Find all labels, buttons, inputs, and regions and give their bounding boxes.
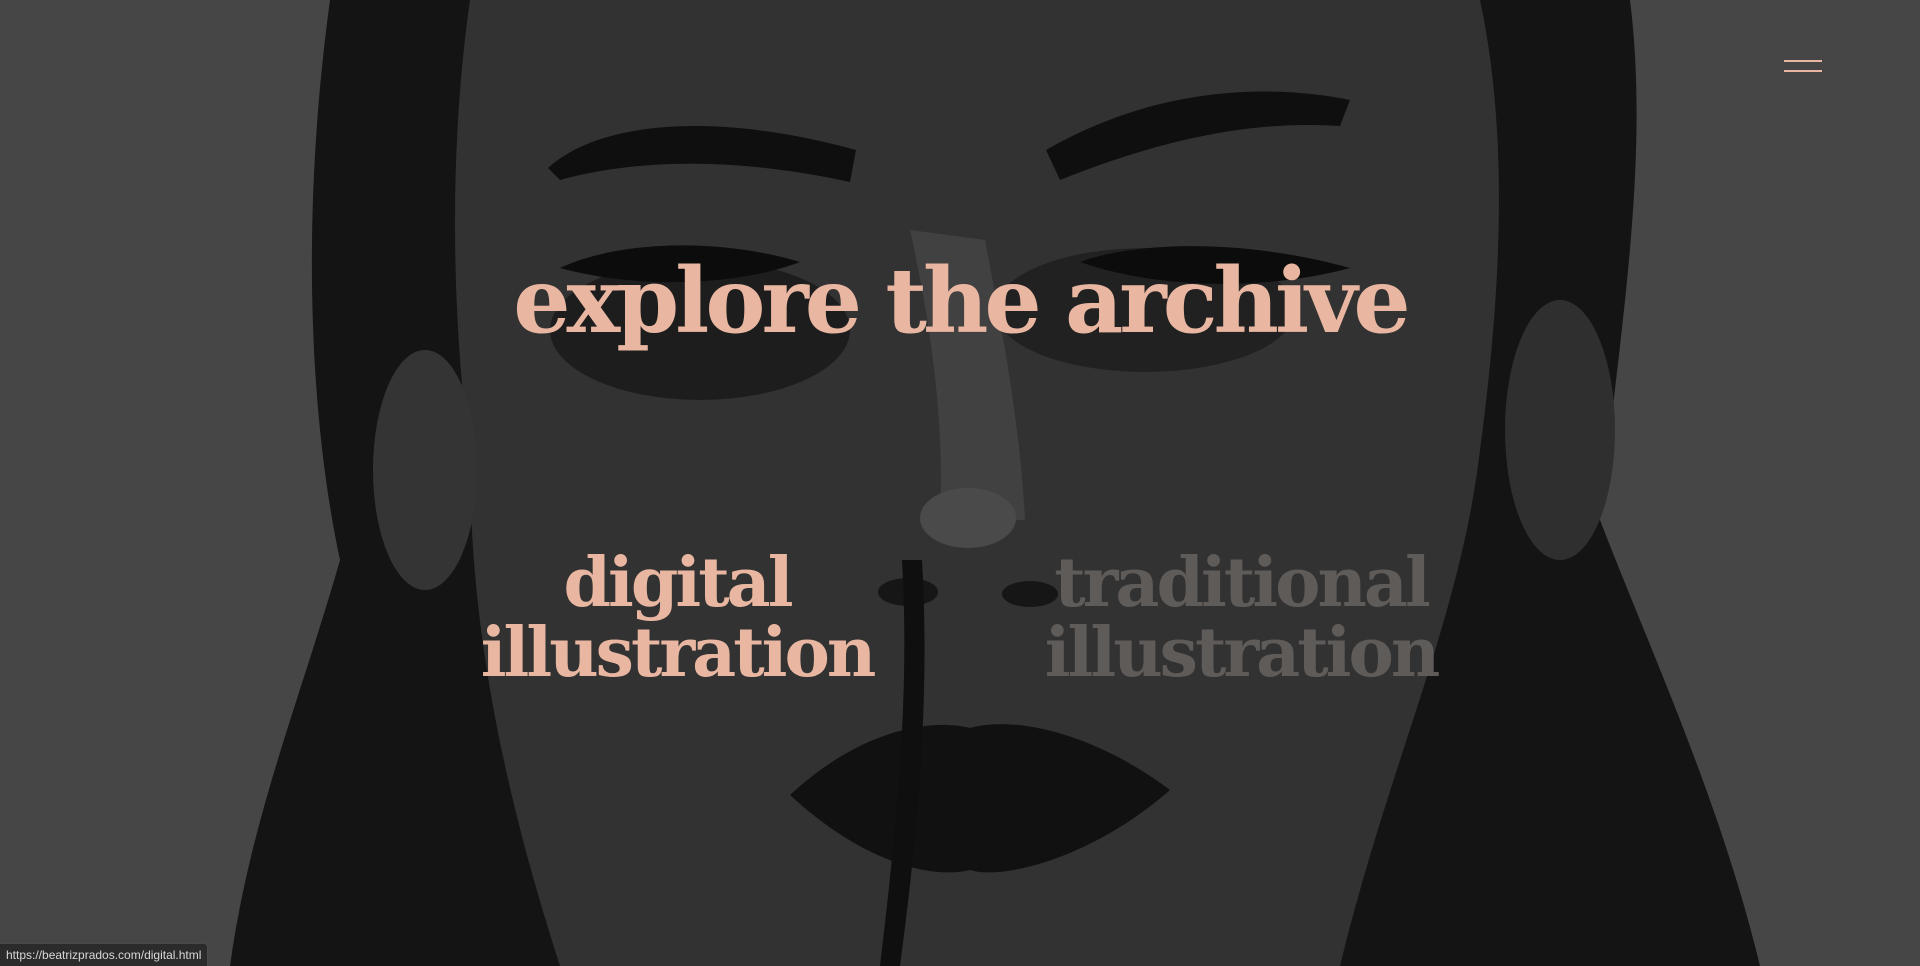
hamburger-icon-line: [1784, 60, 1822, 62]
hamburger-icon-line: [1784, 70, 1822, 72]
category-label-line: traditional: [1054, 543, 1431, 623]
category-label-line: illustration: [1044, 613, 1441, 693]
traditional-illustration-link[interactable]: traditional illustration: [1031, 548, 1451, 688]
digital-illustration-link[interactable]: digital illustration: [467, 548, 887, 688]
category-label-line: illustration: [480, 613, 877, 693]
menu-button[interactable]: [1780, 56, 1824, 80]
page-title: explore the archive: [513, 248, 1410, 354]
browser-status-url: https://beatrizprados.com/digital.html: [0, 943, 209, 966]
background-portrait-illustration: [0, 0, 1920, 966]
category-label-line: digital: [563, 543, 793, 623]
